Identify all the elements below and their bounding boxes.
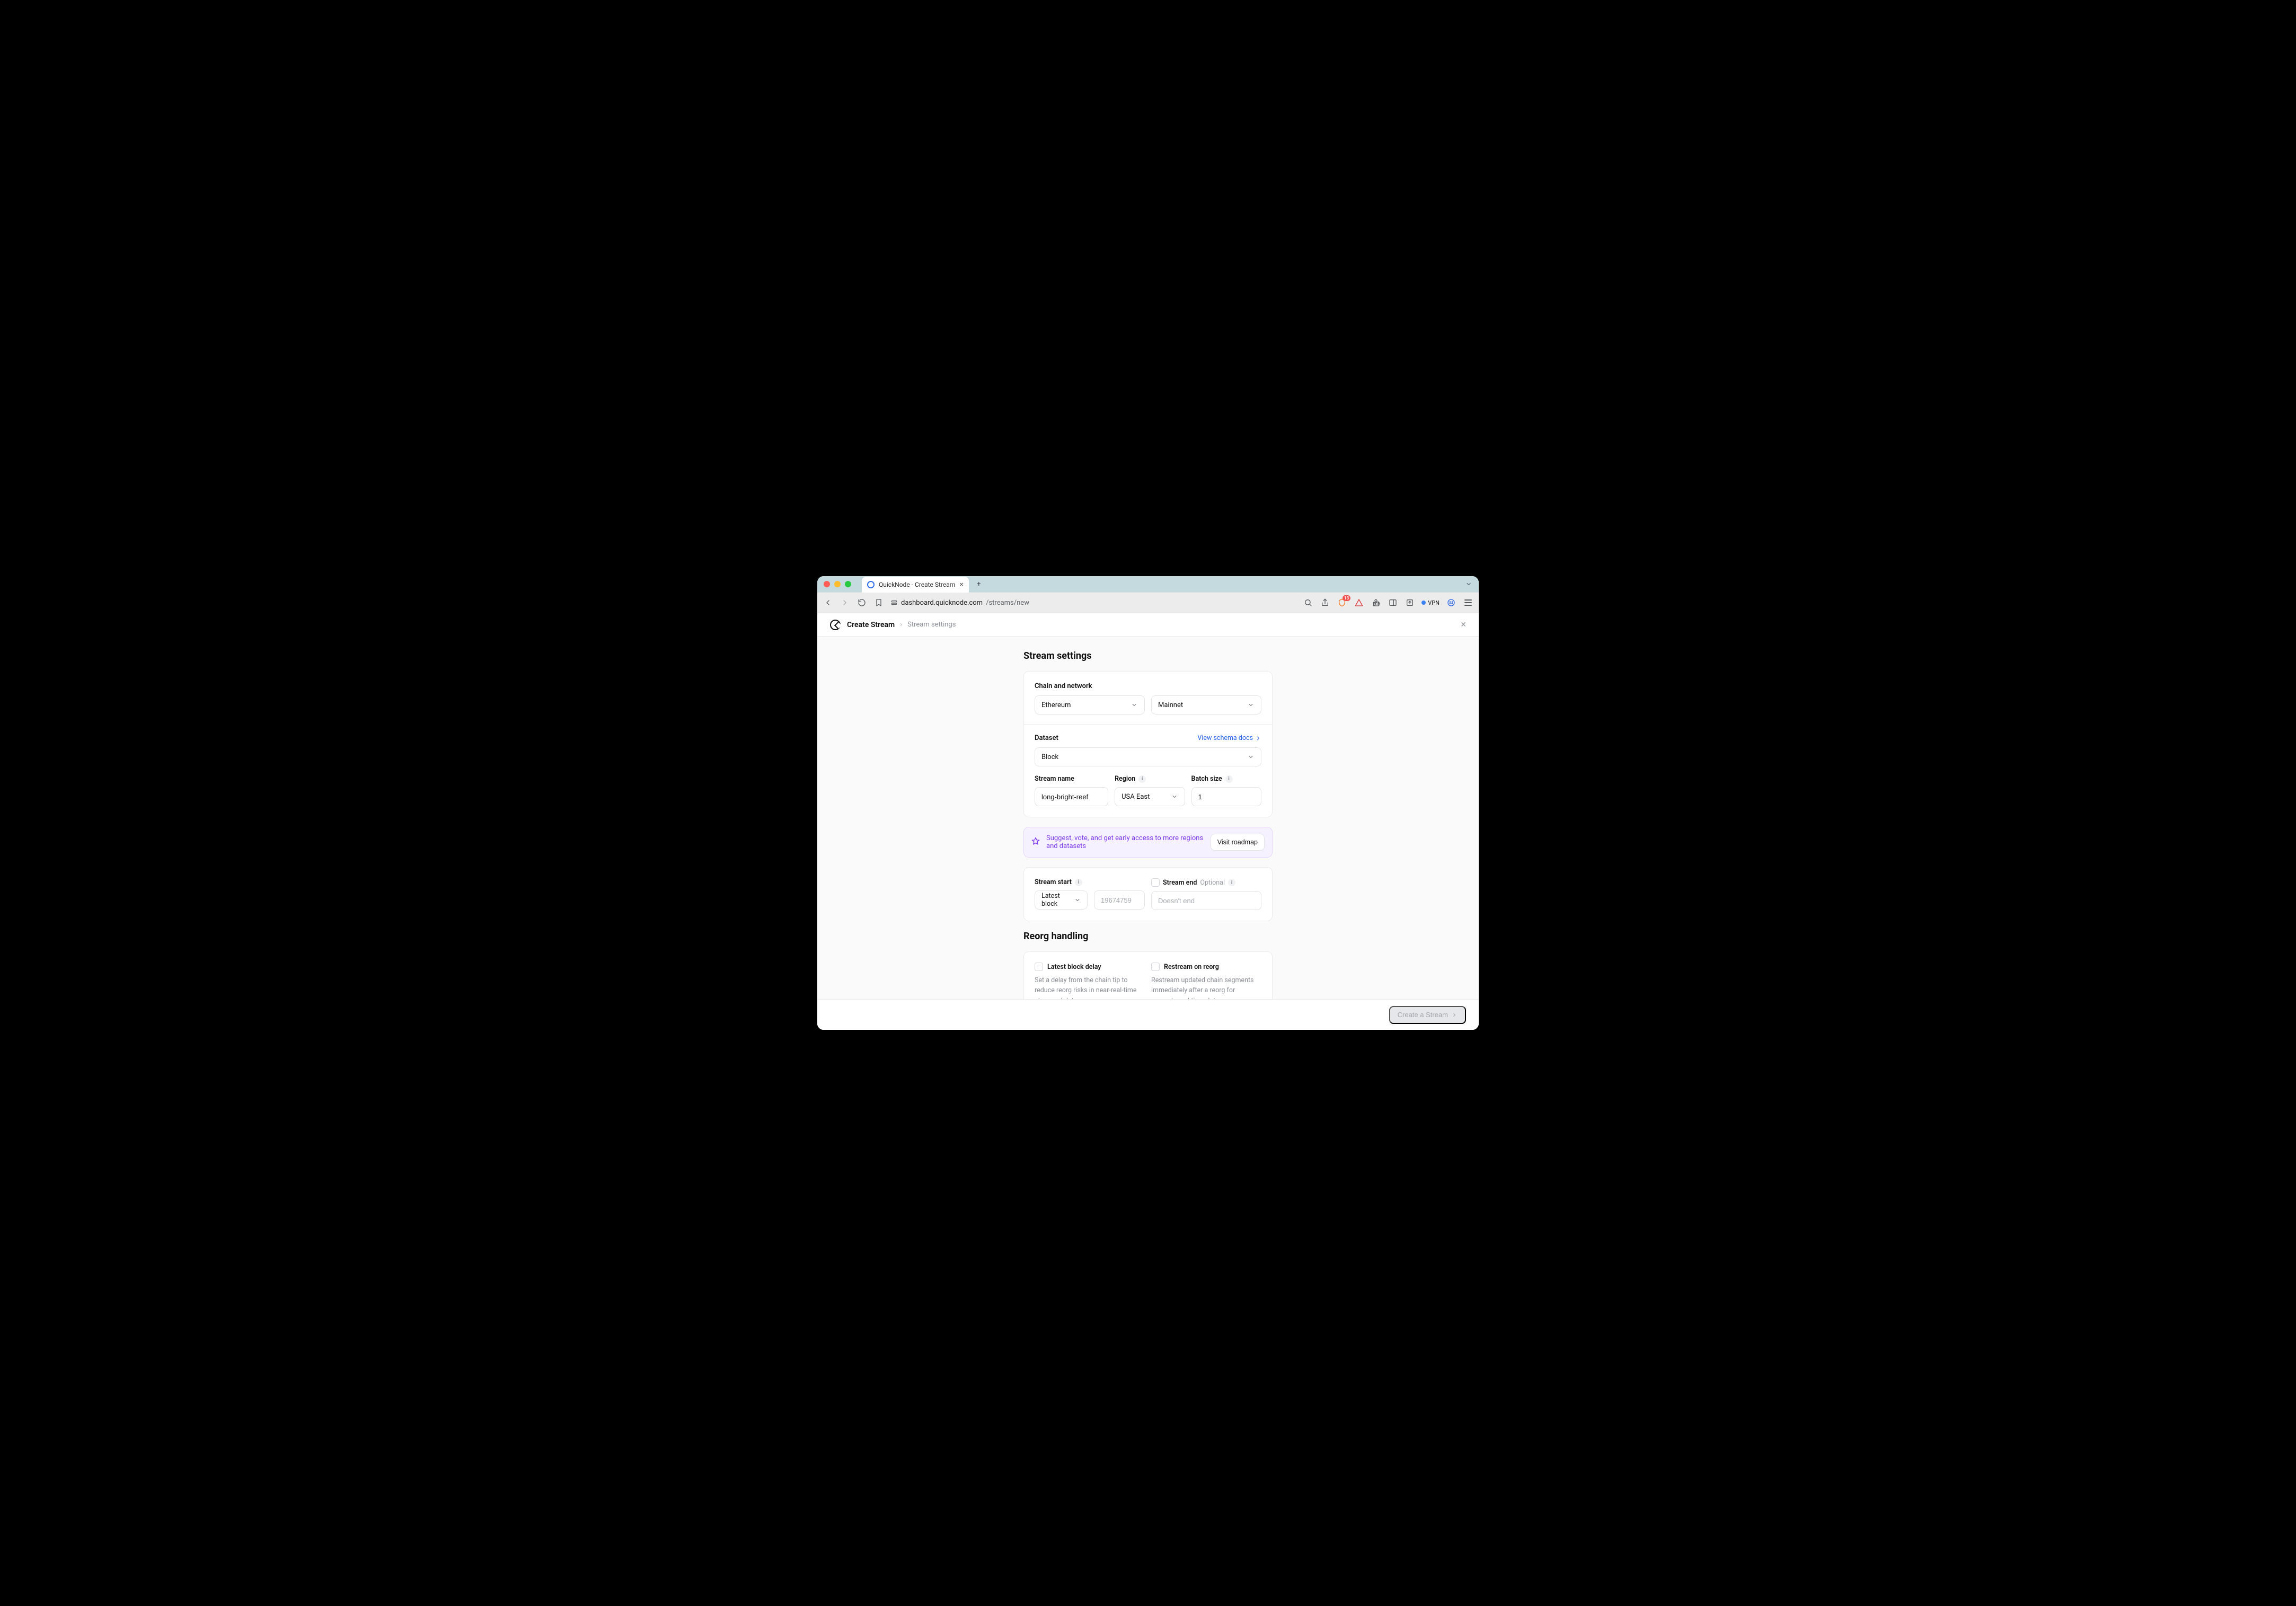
window-minimize-dot[interactable] — [834, 581, 841, 587]
chevron-down-icon — [1171, 793, 1178, 800]
tabs-overflow-icon[interactable] — [1465, 580, 1472, 588]
extension-brave-icon[interactable] — [1337, 597, 1347, 608]
divider — [1024, 724, 1272, 725]
nav-forward-icon[interactable] — [840, 597, 850, 608]
chevron-right-icon — [1451, 1012, 1458, 1018]
browser-toolbar: dashboard.quicknode.com/streams/new VPN — [817, 592, 1479, 613]
label-region: Region i — [1115, 775, 1185, 783]
window-zoom-dot[interactable] — [845, 581, 851, 587]
breadcrumb: Create Stream › Stream settings — [847, 621, 956, 629]
select-network[interactable]: Mainnet — [1151, 695, 1261, 714]
label-batch-size: Batch size i — [1191, 775, 1261, 783]
chevron-down-icon — [1074, 896, 1081, 904]
extension-alert-icon[interactable] — [1354, 597, 1364, 608]
menu-icon[interactable] — [1463, 597, 1473, 608]
panel-icon[interactable] — [1388, 597, 1398, 608]
select-region[interactable]: USA East — [1115, 787, 1185, 806]
select-region-value: USA East — [1121, 793, 1150, 801]
nav-back-icon[interactable] — [823, 597, 833, 608]
address-bar[interactable]: dashboard.quicknode.com/streams/new — [890, 599, 1029, 607]
roadmap-banner: Suggest, vote, and get early access to m… — [1023, 827, 1273, 858]
select-dataset[interactable]: Block — [1035, 747, 1261, 766]
breadcrumb-separator: › — [900, 621, 902, 629]
star-icon — [1031, 837, 1040, 848]
chevron-down-icon — [1247, 753, 1255, 761]
zoom-icon[interactable] — [1303, 597, 1313, 608]
input-stream-name-wrapper — [1035, 787, 1108, 806]
label-stream-end: Stream end Optional i — [1151, 878, 1261, 887]
visit-roadmap-button[interactable]: Visit roadmap — [1211, 834, 1265, 851]
tab-close-icon[interactable]: × — [959, 580, 963, 589]
share-icon[interactable] — [1320, 597, 1330, 608]
new-tab-button[interactable]: + — [973, 578, 985, 590]
checkbox-restream[interactable] — [1151, 963, 1160, 971]
create-stream-button[interactable]: Create a Stream — [1389, 1006, 1466, 1024]
update-icon[interactable] — [1405, 597, 1415, 608]
select-stream-start-value: Latest block — [1041, 892, 1074, 908]
site-settings-icon — [890, 599, 898, 606]
info-icon[interactable]: i — [1138, 775, 1146, 783]
card-stream-settings: Chain and network Ethereum Mainnet — [1023, 671, 1273, 817]
info-icon[interactable]: i — [1228, 879, 1235, 886]
close-icon[interactable]: × — [1461, 619, 1466, 630]
input-batch-size-wrapper — [1191, 787, 1261, 806]
tab-title: QuickNode - Create Stream — [879, 581, 955, 588]
banner-message: Suggest, vote, and get early access to m… — [1046, 834, 1204, 850]
bookmark-icon[interactable] — [873, 597, 884, 608]
checkbox-stream-end[interactable] — [1151, 878, 1160, 887]
section-title-stream-settings: Stream settings — [1023, 650, 1273, 661]
browser-tab[interactable]: QuickNode - Create Stream × — [862, 577, 969, 593]
window-close-dot[interactable] — [824, 581, 830, 587]
url-host: dashboard.quicknode.com — [901, 599, 983, 607]
url-path: /streams/new — [986, 599, 1029, 607]
label-stream-name: Stream name — [1035, 775, 1108, 783]
chevron-down-icon — [1247, 701, 1255, 709]
label-restream: Restream on reorg — [1164, 963, 1219, 971]
nav-reload-icon[interactable] — [856, 597, 867, 608]
select-dataset-value: Block — [1041, 753, 1058, 761]
tab-favicon — [867, 581, 875, 588]
content: Stream settings Chain and network Ethere… — [1023, 637, 1273, 1030]
browser-window: QuickNode - Create Stream × + dashboard.… — [817, 576, 1479, 1030]
label-dataset: Dataset — [1035, 734, 1058, 742]
info-icon[interactable]: i — [1225, 775, 1233, 783]
input-stream-name[interactable] — [1041, 793, 1101, 801]
window-controls — [824, 581, 851, 587]
card-stream-range: Stream start i Latest block — [1023, 867, 1273, 921]
row-restream: Restream on reorg — [1151, 963, 1261, 971]
profile-icon[interactable] — [1446, 597, 1456, 608]
info-icon[interactable]: i — [1075, 879, 1082, 886]
input-stream-start[interactable] — [1101, 896, 1138, 904]
page-scroll[interactable]: Stream settings Chain and network Ethere… — [817, 637, 1479, 1030]
select-chain[interactable]: Ethereum — [1035, 695, 1145, 714]
select-chain-value: Ethereum — [1041, 701, 1071, 709]
input-stream-end-wrapper — [1151, 891, 1261, 910]
input-stream-end[interactable] — [1158, 897, 1255, 905]
titlebar: QuickNode - Create Stream × + — [817, 576, 1479, 592]
footer: Create a Stream — [817, 999, 1479, 1030]
chevron-right-icon — [1255, 735, 1261, 742]
breadcrumb-current: Stream settings — [907, 621, 956, 629]
link-schema-docs[interactable]: View schema docs — [1197, 734, 1261, 742]
breadcrumb-title: Create Stream — [847, 621, 895, 629]
chevron-down-icon — [1131, 701, 1138, 709]
label-latest-block-delay: Latest block delay — [1047, 963, 1101, 971]
select-network-value: Mainnet — [1158, 701, 1183, 709]
row-latest-block-delay: Latest block delay — [1035, 963, 1145, 971]
select-stream-start-mode[interactable]: Latest block — [1035, 890, 1088, 910]
vpn-indicator[interactable]: VPN — [1421, 599, 1440, 606]
checkbox-latest-block-delay[interactable] — [1035, 963, 1043, 971]
section-title-reorg: Reorg handling — [1023, 931, 1273, 942]
input-stream-start-wrapper — [1094, 890, 1145, 910]
app-header: Create Stream › Stream settings × — [817, 613, 1479, 637]
input-batch-size[interactable] — [1198, 793, 1255, 801]
label-stream-start: Stream start i — [1035, 878, 1145, 886]
extensions-icon[interactable] — [1371, 597, 1381, 608]
label-chain-network: Chain and network — [1035, 682, 1261, 690]
app-logo — [830, 620, 841, 630]
